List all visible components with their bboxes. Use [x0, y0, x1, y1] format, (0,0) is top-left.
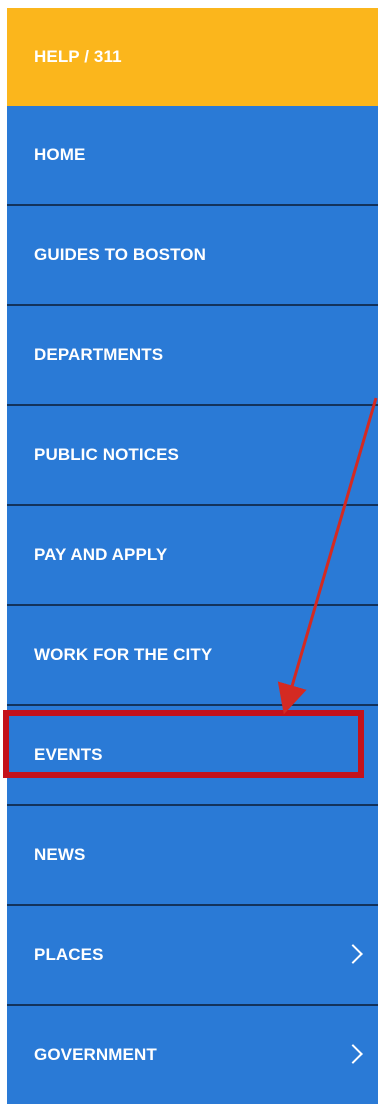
nav-item-places[interactable]: PLACES — [7, 906, 378, 1004]
nav-item-pay-and-apply[interactable]: PAY AND APPLY — [7, 506, 378, 604]
nav-item-label: NEWS — [34, 845, 86, 864]
nav-item-work-for-the-city[interactable]: WORK FOR THE CITY — [7, 606, 378, 704]
nav-item-label: PUBLIC NOTICES — [34, 445, 179, 464]
nav-item-departments[interactable]: DEPARTMENTS — [7, 306, 378, 404]
nav-item-public-notices[interactable]: PUBLIC NOTICES — [7, 406, 378, 504]
chevron-right-icon[interactable] — [343, 944, 363, 964]
nav-item-events[interactable]: EVENTS — [7, 706, 378, 804]
nav-item-government[interactable]: GOVERNMENT — [7, 1006, 378, 1104]
nav-item-label: DEPARTMENTS — [34, 345, 164, 364]
nav-item-label: WORK FOR THE CITY — [34, 645, 213, 664]
nav-item-label: GOVERNMENT — [34, 1045, 157, 1064]
nav-item-label: EVENTS — [34, 745, 103, 764]
nav-item-news[interactable]: NEWS — [7, 806, 378, 904]
nav-item-label: HELP / 311 — [34, 47, 122, 66]
nav-item-guides-to-boston[interactable]: GUIDES TO BOSTON — [7, 206, 378, 304]
nav-item-label: GUIDES TO BOSTON — [34, 245, 206, 264]
nav-item-label: PLACES — [34, 945, 104, 964]
mobile-nav-menu: HELP / 311 HOME GUIDES TO BOSTON DEPARTM… — [7, 8, 378, 1104]
nav-item-help-311[interactable]: HELP / 311 — [7, 8, 378, 106]
nav-item-home[interactable]: HOME — [7, 106, 378, 204]
nav-item-label: PAY AND APPLY — [34, 545, 168, 564]
chevron-right-icon[interactable] — [343, 1044, 363, 1064]
nav-item-label: HOME — [34, 145, 86, 164]
